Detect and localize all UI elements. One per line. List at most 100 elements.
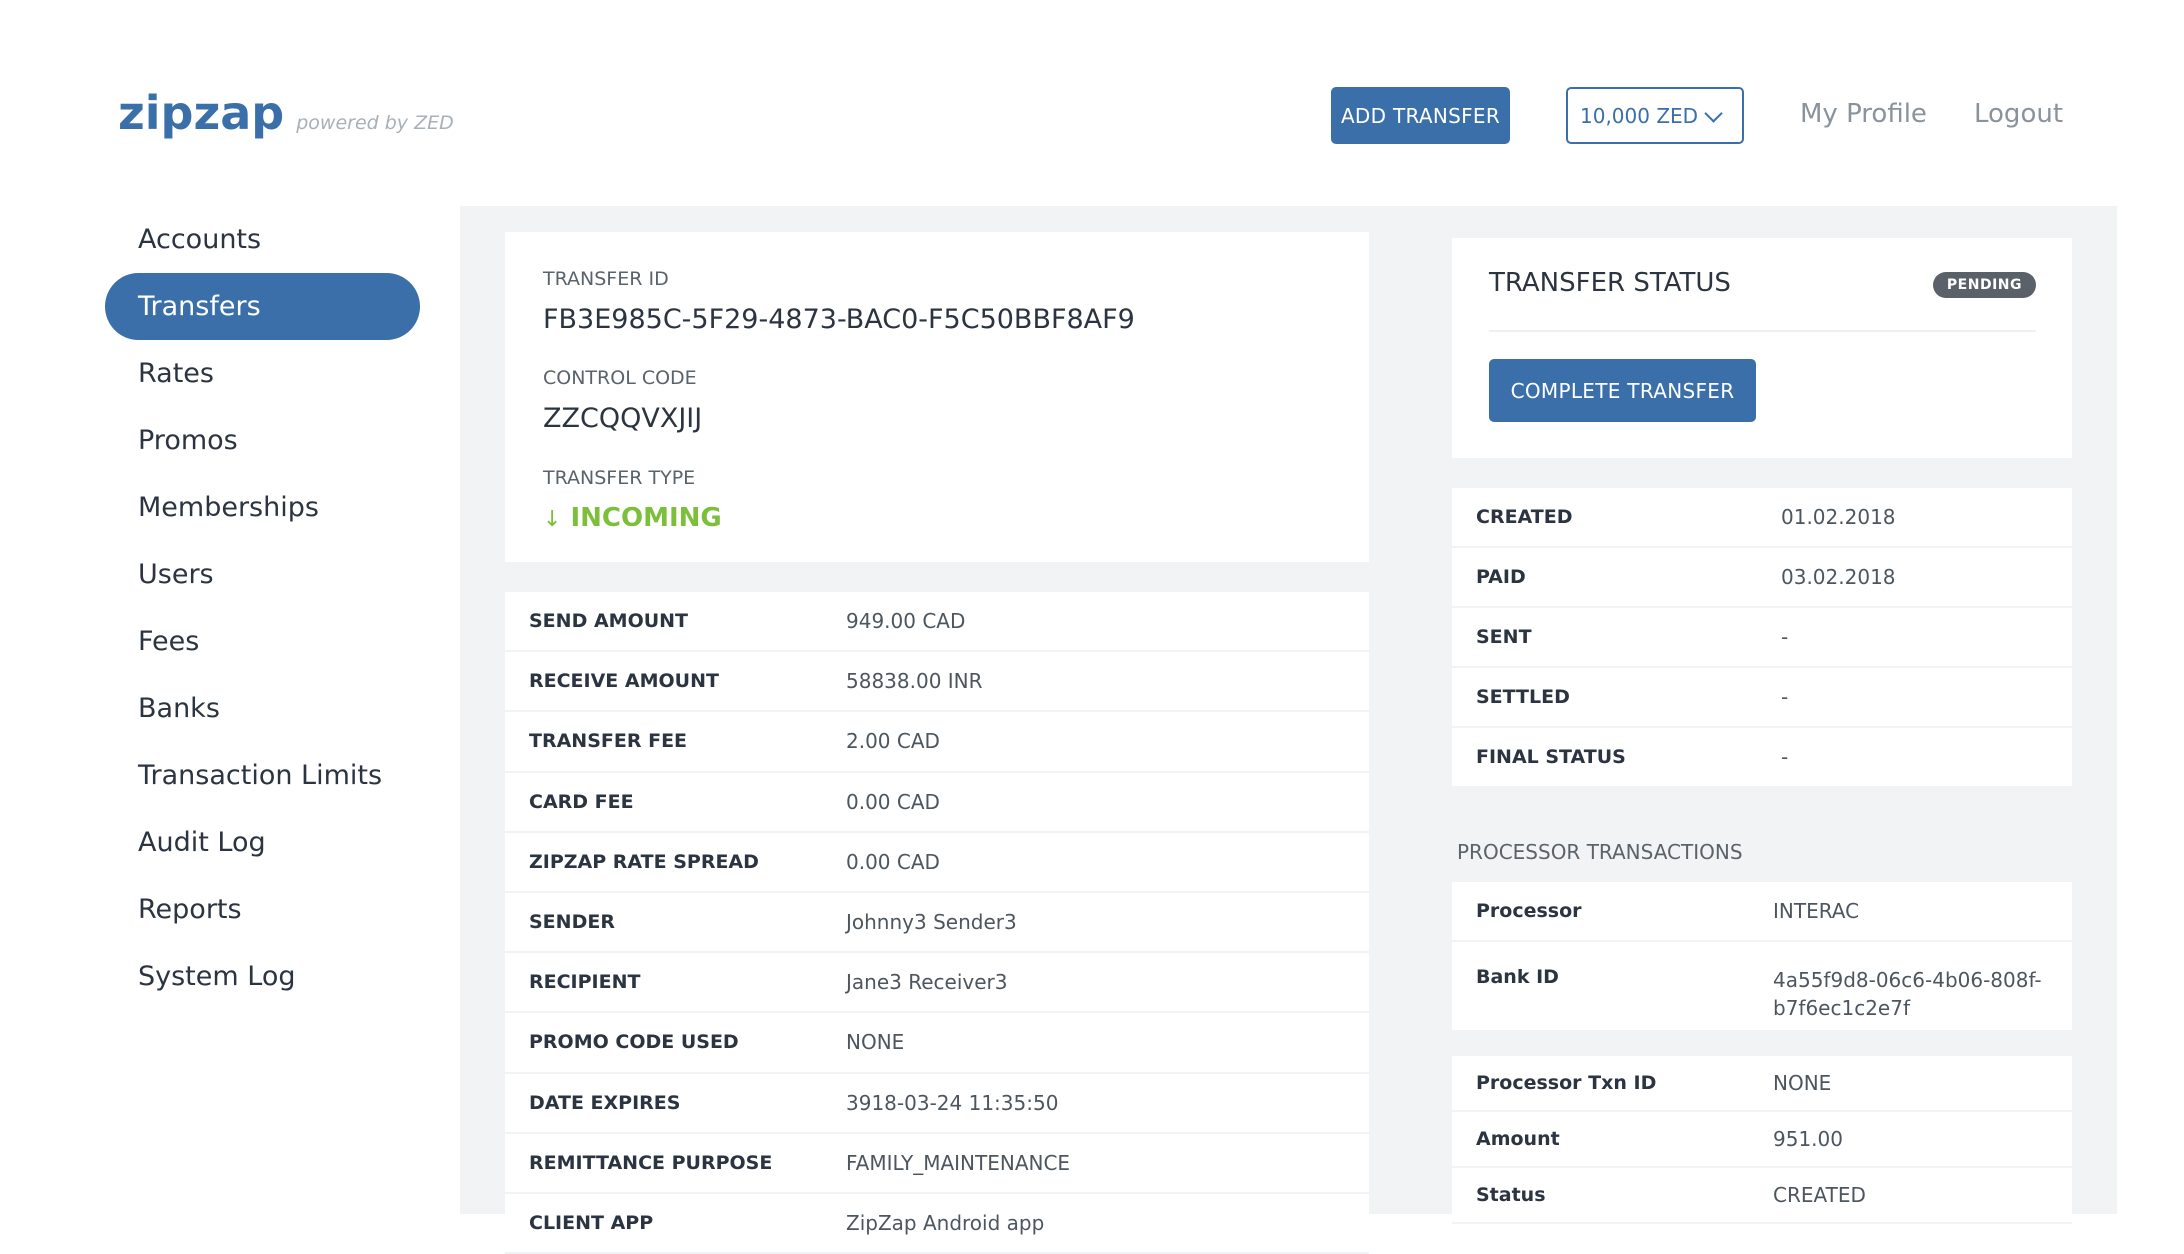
my-profile-link[interactable]: My Profile: [1800, 99, 1927, 129]
sidebar-item-fees[interactable]: Fees: [105, 608, 420, 675]
table-row: Processor INTERAC: [1452, 882, 2072, 942]
table-row: SENDER Johnny3 Sender3: [505, 893, 1369, 954]
table-row: FINAL STATUS -: [1452, 728, 2072, 788]
detail-key: CARD FEE: [529, 790, 634, 813]
txn-key: Amount: [1476, 1128, 1560, 1150]
table-row: CLIENT APP ZipZap Android app: [505, 1194, 1369, 1254]
table-row: CREATED 01.02.2018: [1452, 488, 2072, 548]
detail-value: 3918-03-24 11:35:50: [846, 1090, 1059, 1115]
detail-value: NONE: [846, 1030, 905, 1055]
table-row: Status CREATED: [1452, 1168, 2072, 1224]
complete-transfer-button[interactable]: COMPLETE TRANSFER: [1489, 359, 1756, 422]
date-key: SETTLED: [1476, 686, 1570, 708]
table-row: PAID 03.02.2018: [1452, 548, 2072, 608]
table-row: ZIPZAP RATE SPREAD 0.00 CAD: [505, 833, 1369, 893]
detail-value: FAMILY_MAINTENANCE: [846, 1150, 1071, 1175]
control-code-label: CONTROL CODE: [543, 367, 697, 389]
table-row: SEND AMOUNT 949.00 CAD: [505, 592, 1369, 653]
date-key: CREATED: [1476, 506, 1573, 528]
sidebar-item-transfers[interactable]: Transfers: [105, 273, 420, 340]
txn-key: Status: [1476, 1184, 1546, 1206]
detail-key: SENDER: [529, 911, 615, 934]
table-row: SETTLED -: [1452, 668, 2072, 728]
table-row: Processor Txn ID NONE: [1452, 1056, 2072, 1112]
table-row: RECIPIENT Jane3 Receiver3: [505, 953, 1369, 1014]
detail-value: 58838.00 INR: [846, 669, 983, 694]
sidebar-item-promos[interactable]: Promos: [105, 407, 420, 474]
processor-value: 4a55f9d8-06c6-4b06-808f-b7f6ec1c2e7f: [1773, 968, 2042, 1020]
control-code-value: ZZCQQVXJIJ: [543, 403, 703, 434]
transfer-type-value: ↓ INCOMING: [543, 503, 722, 533]
detail-value: 2.00 CAD: [846, 729, 940, 754]
detail-value: 949.00 CAD: [846, 609, 966, 634]
table-row: TRANSFER FEE 2.00 CAD: [505, 712, 1369, 773]
date-value: 03.02.2018: [1781, 565, 1896, 589]
sidebar-item-memberships[interactable]: Memberships: [105, 474, 420, 541]
sidebar-nav: Accounts Transfers Rates Promos Membersh…: [105, 206, 420, 1010]
divider: [1489, 330, 2036, 332]
table-row: REMITTANCE PURPOSE FAMILY_MAINTENANCE: [505, 1134, 1369, 1194]
processor-value: INTERAC: [1773, 899, 1860, 923]
txn-value: CREATED: [1773, 1183, 1866, 1207]
sidebar-item-users[interactable]: Users: [105, 541, 420, 608]
balance-select[interactable]: 10,000 ZED: [1566, 87, 1744, 144]
txn-key: Processor Txn ID: [1476, 1072, 1657, 1094]
sidebar-item-transaction-limits[interactable]: Transaction Limits: [105, 742, 420, 809]
date-key: SENT: [1476, 626, 1532, 648]
date-value: -: [1781, 625, 1789, 649]
zipzap-logo[interactable]: zipzap powered by ZED: [118, 86, 454, 140]
detail-key: REMITTANCE PURPOSE: [529, 1151, 773, 1174]
detail-key: CLIENT APP: [529, 1211, 654, 1234]
processor-table: Processor INTERAC Bank ID 4a55f9d8-06c6-4b0…: [1452, 882, 2072, 1032]
transfer-id-label: TRANSFER ID: [543, 268, 669, 290]
table-row: RECEIVE AMOUNT 58838.00 INR: [505, 652, 1369, 713]
chevron-down-icon: [1704, 104, 1723, 123]
table-row: SENT -: [1452, 608, 2072, 668]
processor-key: Bank ID: [1476, 966, 1559, 988]
transfer-status-title: TRANSFER STATUS: [1489, 268, 1731, 298]
transfer-details-table: SEND AMOUNT 949.00 CAD RECEIVE AMOUNT 58838…: [505, 592, 1369, 1254]
date-value: 01.02.2018: [1781, 505, 1896, 529]
detail-key: DATE EXPIRES: [529, 1091, 681, 1114]
balance-select-value: 10,000 ZED: [1580, 103, 1699, 128]
arrow-down-icon: ↓: [543, 507, 562, 532]
status-badge: PENDING: [1932, 272, 2036, 298]
detail-key: SEND AMOUNT: [529, 610, 689, 633]
sidebar-item-banks[interactable]: Banks: [105, 675, 420, 742]
date-value: -: [1781, 745, 1789, 769]
detail-key: TRANSFER FEE: [529, 730, 688, 753]
add-transfer-button[interactable]: ADD TRANSFER: [1331, 87, 1510, 144]
detail-value: Jane3 Receiver3: [846, 970, 1008, 995]
detail-value: 0.00 CAD: [846, 789, 940, 814]
date-value: -: [1781, 685, 1789, 709]
detail-key: ZIPZAP RATE SPREAD: [529, 850, 759, 873]
sidebar-item-accounts[interactable]: Accounts: [105, 206, 420, 273]
processor-transactions-title: PROCESSOR TRANSACTIONS: [1457, 840, 1743, 864]
table-row: Bank ID 4a55f9d8-06c6-4b06-808f-b7f6ec1c2…: [1452, 942, 2072, 1032]
transfer-status-card: TRANSFER STATUS PENDING COMPLETE TRANSFE…: [1452, 238, 2072, 458]
processor-key: Processor: [1476, 900, 1582, 922]
transfer-type-label: TRANSFER TYPE: [543, 467, 696, 489]
detail-value: Johnny3 Sender3: [846, 910, 1017, 935]
sidebar-item-reports[interactable]: Reports: [105, 876, 420, 943]
table-row: PROMO CODE USED NONE: [505, 1013, 1369, 1074]
transfer-type-text: INCOMING: [570, 503, 722, 533]
status-dates-table: CREATED 01.02.2018 PAID 03.02.2018 SENT - SETT…: [1452, 488, 2072, 788]
txn-value: 951.00: [1773, 1127, 1843, 1151]
transfer-id-value: FB3E985C-5F29-4873-BAC0-F5C50BBF8AF9: [543, 304, 1135, 335]
logout-link[interactable]: Logout: [1974, 99, 2063, 129]
detail-key: PROMO CODE USED: [529, 1031, 739, 1054]
sidebar-item-system-log[interactable]: System Log: [105, 943, 420, 1010]
logo-tagline: powered by ZED: [296, 112, 454, 134]
sidebar-item-rates[interactable]: Rates: [105, 340, 420, 407]
transfer-id-card: TRANSFER ID FB3E985C-5F29-4873-BAC0-F5C5…: [505, 232, 1369, 562]
date-key: PAID: [1476, 566, 1526, 588]
sidebar-item-audit-log[interactable]: Audit Log: [105, 809, 420, 876]
logo-wordmark: zipzap: [118, 86, 285, 140]
processor-txn-table: Processor Txn ID NONE Amount 951.00 Status CR…: [1452, 1056, 2072, 1224]
detail-value: ZipZap Android app: [846, 1210, 1045, 1235]
table-row: DATE EXPIRES 3918-03-24 11:35:50: [505, 1074, 1369, 1134]
date-key: FINAL STATUS: [1476, 746, 1626, 768]
detail-value: 0.00 CAD: [846, 849, 940, 874]
table-row: Amount 951.00: [1452, 1112, 2072, 1168]
